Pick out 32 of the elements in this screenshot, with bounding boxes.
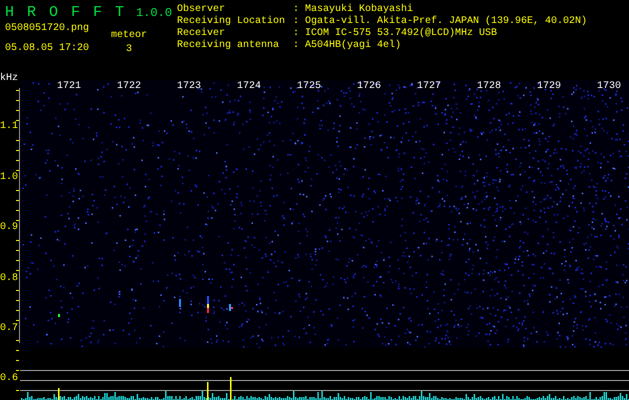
file-name: 0508051720.png xyxy=(5,23,90,35)
info-value: Ogata-vill. Akita-Pref. JAPAN (139.96E, 40.02N) xyxy=(305,16,588,28)
time-axis-label: 1722 xyxy=(117,81,142,93)
frequency-axis-label: 1.1 xyxy=(0,121,20,133)
time-axis-label: 1730 xyxy=(597,81,622,93)
meteor-label: meteor xyxy=(111,30,148,42)
time-axis-label: 1721 xyxy=(57,81,82,93)
time-axis-label: 1725 xyxy=(297,81,322,93)
app-version: 1.0.0 xyxy=(136,6,172,20)
frequency-axis-label: 0.9 xyxy=(0,222,20,234)
time-axis-label: 1723 xyxy=(177,81,202,93)
time-axis-label: 1724 xyxy=(237,81,262,93)
info-separator: : xyxy=(293,40,300,52)
info-label: Receiver xyxy=(177,28,226,40)
app-title: H R O F F T xyxy=(5,4,126,21)
time-axis-label: 1729 xyxy=(537,81,562,93)
info-label: Observer xyxy=(177,4,226,16)
frequency-unit: kHz xyxy=(0,73,18,85)
frequency-axis-label: 1.0 xyxy=(0,172,20,184)
time-axis-label: 1727 xyxy=(417,81,442,93)
info-separator: : xyxy=(293,28,300,40)
meteor-count: 3 xyxy=(126,44,132,56)
info-separator: : xyxy=(293,16,300,28)
info-value: ICOM IC-575 53.7492(@LCD)MHz USB xyxy=(305,28,498,40)
info-label: Receiving Location xyxy=(177,16,286,28)
date-time: 05.08.05 17:20 xyxy=(5,43,90,55)
time-axis-label: 1726 xyxy=(357,81,382,93)
info-separator: : xyxy=(293,4,300,16)
time-axis-label: 1728 xyxy=(477,81,502,93)
info-value: Masayuki Kobayashi xyxy=(305,4,414,16)
info-value: A504HB(yagi 4el) xyxy=(305,40,402,52)
info-label: Receiving antenna xyxy=(177,40,280,52)
